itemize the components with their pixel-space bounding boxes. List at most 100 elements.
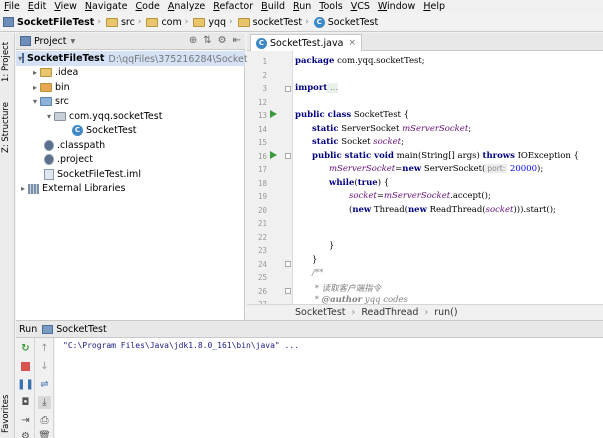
breadcrumb-sockettest-package[interactable]: socketTest › — [237, 17, 312, 28]
run-config-icon — [42, 324, 54, 334]
class-icon: C — [313, 16, 325, 28]
breadcrumb-project[interactable]: SocketFileTest › — [3, 17, 104, 28]
code-line-26: * @author yqq codes — [312, 295, 408, 304]
collapsed-arrow-icon[interactable]: ▸ — [30, 83, 40, 92]
trash-icon[interactable]: 🗑 — [38, 430, 51, 438]
console-line: "C:\Program Files\Java\jdk1.8.0_161\bin\… — [63, 341, 300, 350]
tree-item-package[interactable]: ▾ com.yqq.socketTest — [44, 109, 162, 124]
run-class-icon[interactable] — [270, 110, 277, 118]
console-output[interactable]: "C:\Program Files\Java\jdk1.8.0_161\bin\… — [55, 338, 603, 438]
chevron-down-icon[interactable]: ▾ — [71, 36, 76, 47]
folder-icon — [40, 82, 52, 92]
close-icon[interactable]: × — [348, 38, 356, 48]
expanded-arrow-icon[interactable]: ▾ — [44, 112, 54, 121]
arrow-up-icon[interactable]: ↑ — [38, 342, 51, 355]
chevron-right-icon: › — [351, 307, 356, 318]
run-main-icon[interactable] — [270, 151, 277, 159]
editor-tab-bar: C SocketTest.java × — [247, 33, 603, 51]
tree-item-project-file[interactable]: .project — [44, 153, 93, 168]
folder-icon — [193, 17, 206, 27]
breadcrumb-com[interactable]: com › — [146, 17, 191, 28]
fold-icon[interactable] — [285, 261, 291, 267]
menu-help[interactable]: Help — [419, 0, 449, 13]
stop-icon[interactable] — [19, 360, 32, 373]
tree-item-external-libraries[interactable]: ▸ External Libraries — [18, 182, 125, 197]
sync-icon[interactable]: ⊕ — [189, 35, 197, 46]
tree-item-src[interactable]: ▾ src — [30, 95, 69, 110]
menu-edit[interactable]: Edit — [24, 0, 50, 13]
line-number: 17 — [257, 165, 267, 174]
breadcrumb-yqq[interactable]: yqq › — [193, 17, 235, 28]
settings-icon[interactable]: ⚙ — [19, 430, 32, 438]
chevron-right-icon: › — [137, 17, 142, 27]
pause-icon[interactable]: ❚❚ — [17, 378, 34, 391]
code-editor[interactable]: package com.yqq.socketTest; import ... p… — [293, 51, 603, 304]
menu-view[interactable]: View — [50, 0, 81, 13]
breadcrumb-method[interactable]: run() — [434, 307, 457, 318]
code-line-17: mServerSocket=new ServerSocket(port: 200… — [329, 164, 544, 174]
code-line-1: package com.yqq.socketTest; — [295, 56, 425, 66]
hide-icon[interactable]: ⇤ — [233, 35, 241, 46]
run-config-tab[interactable]: SocketTest — [56, 324, 107, 335]
print-icon[interactable]: ⎙ — [38, 414, 51, 427]
menu-navigate[interactable]: Navigate — [81, 0, 132, 13]
fold-icon[interactable] — [285, 153, 291, 159]
breadcrumb-class[interactable]: SocketTest — [295, 307, 346, 318]
menu-vcs[interactable]: VCS — [347, 0, 374, 13]
tree-item-sockettest-class[interactable]: C SocketTest — [72, 124, 137, 139]
line-number: 22 — [257, 233, 267, 242]
gear-icon[interactable]: ⚙ — [218, 35, 227, 46]
tree-item-idea[interactable]: ▸ .idea — [30, 66, 78, 81]
favorites-tool-tab[interactable]: Favorites — [1, 393, 14, 435]
fold-icon[interactable] — [285, 86, 291, 92]
menu-tools[interactable]: Tools — [315, 0, 346, 13]
code-line-23: } — [312, 255, 318, 265]
parameter-hint: port: — [485, 164, 508, 173]
collapsed-arrow-icon[interactable]: ▸ — [18, 184, 28, 193]
login-icon[interactable]: ⇥ — [19, 414, 32, 427]
line-number: 24 — [257, 260, 267, 269]
tree-root-project[interactable]: ▾ SocketFileTest D:\qqFiles\375216284\So… — [16, 51, 267, 66]
fold-icon[interactable] — [285, 288, 291, 294]
collapse-all-icon[interactable]: ⇅ — [203, 35, 211, 46]
run-panel-header: Run SocketTest — [16, 320, 603, 338]
breadcrumb-inner-class[interactable]: ReadThread — [361, 307, 418, 318]
code-line-19: socket=mServerSocket.accept(); — [349, 191, 491, 201]
rerun-icon[interactable]: ↻ — [19, 342, 32, 355]
tab-sockettest-java[interactable]: C SocketTest.java × — [250, 34, 362, 51]
tree-item-classpath[interactable]: .classpath — [44, 138, 105, 153]
scroll-to-end-icon[interactable]: ⤓ — [38, 396, 51, 409]
breadcrumb-src[interactable]: src › — [105, 17, 144, 28]
line-number: 25 — [257, 273, 267, 282]
navigation-bar: SocketFileTest › src › com › yqq › socketTes… — [0, 13, 603, 32]
expanded-arrow-icon[interactable]: ▾ — [30, 97, 40, 106]
package-icon — [54, 111, 66, 121]
menu-code[interactable]: Code — [132, 0, 164, 13]
camera-icon[interactable]: ◘ — [19, 396, 32, 409]
class-icon: C — [72, 125, 83, 137]
project-view-icon — [20, 36, 31, 46]
structure-tool-tab[interactable]: Z: Structure — [1, 97, 14, 159]
project-panel-tools: ⊕ ⇅ ⚙ ⇤ — [189, 35, 241, 46]
tree-item-iml[interactable]: SocketFileTest.iml — [44, 167, 141, 182]
line-number: 12 — [257, 98, 267, 107]
left-tool-strip: 1: Project Z: Structure Favorites — [0, 33, 15, 438]
collapsed-arrow-icon[interactable]: ▸ — [30, 68, 40, 77]
menu-run[interactable]: Run — [289, 0, 315, 13]
line-number: 20 — [257, 206, 267, 215]
soft-wrap-icon[interactable]: ⇌ — [38, 378, 51, 391]
line-number: 14 — [257, 125, 267, 134]
menu-file[interactable]: File — [0, 0, 24, 13]
module-file-icon — [44, 168, 54, 180]
project-tool-tab[interactable]: 1: Project — [1, 37, 14, 87]
menu-analyze[interactable]: Analyze — [164, 0, 209, 13]
tree-item-bin[interactable]: ▸ bin — [30, 80, 70, 95]
chevron-right-icon: › — [229, 17, 233, 27]
menu-refactor[interactable]: Refactor — [209, 0, 257, 13]
arrow-down-icon[interactable]: ↓ — [38, 360, 51, 373]
breadcrumb-sockettest-class[interactable]: C SocketTest — [313, 16, 378, 28]
menu-build[interactable]: Build — [257, 0, 289, 13]
file-icon — [44, 154, 54, 166]
menu-window[interactable]: Window — [374, 0, 419, 13]
project-view-selector[interactable]: Project — [34, 36, 67, 47]
